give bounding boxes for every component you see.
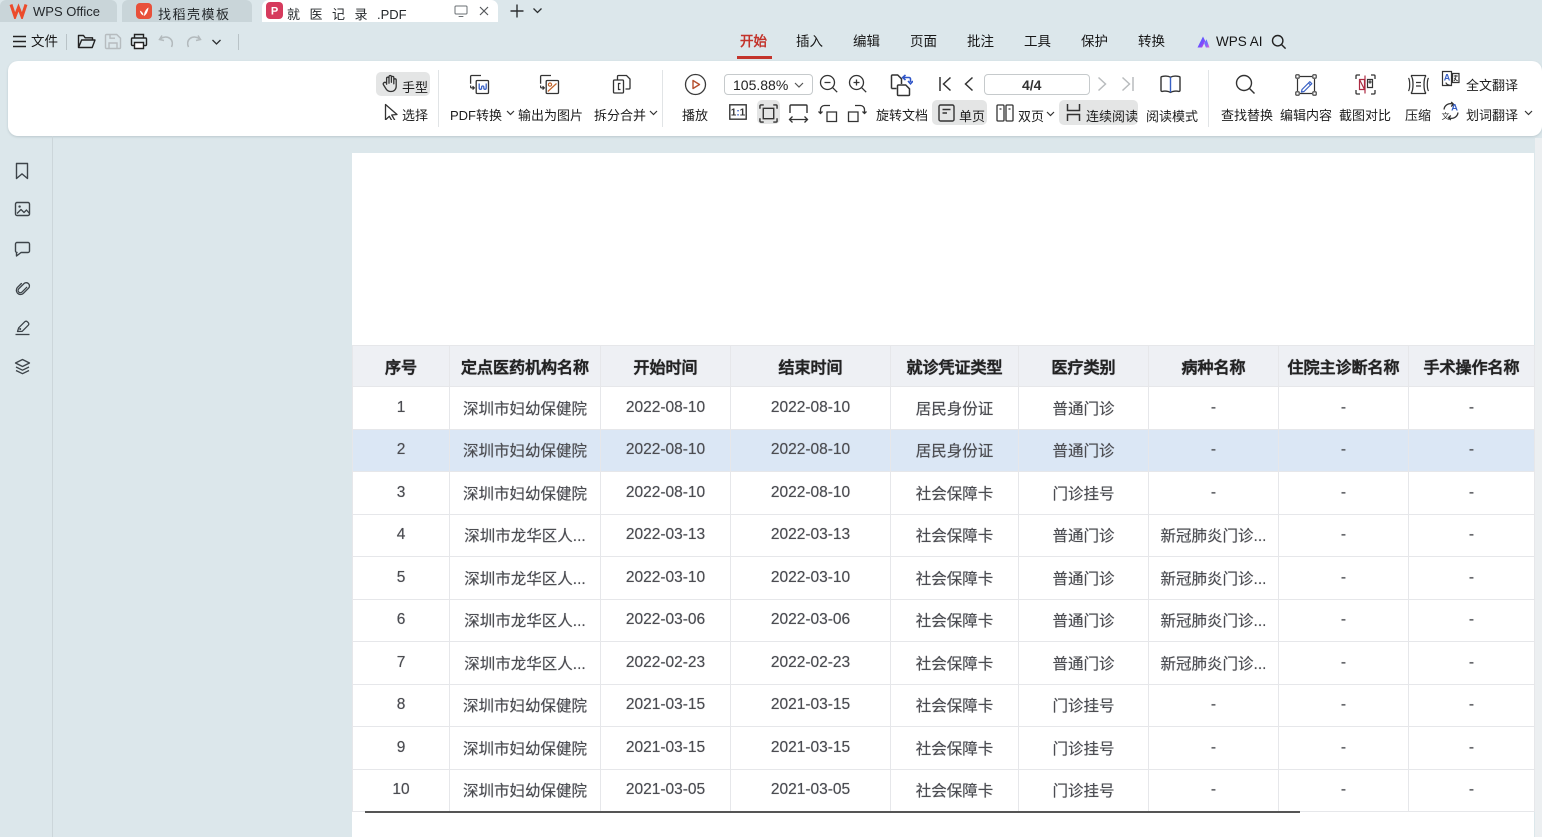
svg-text:P: P — [271, 6, 278, 18]
svg-text:文: 文 — [1442, 111, 1450, 121]
svg-text:A: A — [1451, 103, 1458, 114]
svg-text:1:1: 1:1 — [731, 108, 746, 119]
svg-text:A: A — [1444, 73, 1451, 83]
